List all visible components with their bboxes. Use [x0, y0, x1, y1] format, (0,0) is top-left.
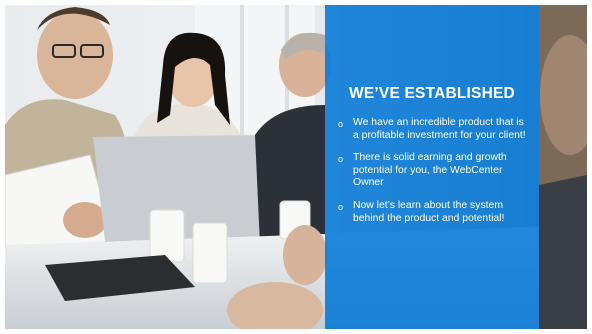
content-panel: WE’VE ESTABLISHED o We have an incredibl…: [325, 5, 539, 329]
bullet-text: We have an incredible product that is a …: [353, 117, 526, 141]
bullet-circle-icon: o: [338, 119, 344, 129]
bullet-text: There is solid earning and growth potent…: [353, 152, 507, 189]
bullet-text: Now let’s learn about the system behind …: [353, 199, 505, 224]
bullet-item: o There is solid earning and growth pote…: [335, 152, 529, 190]
presentation-slide: WE’VE ESTABLISHED o We have an incredibl…: [5, 5, 587, 329]
bullet-circle-icon: o: [338, 154, 344, 165]
bullet-item: o Now let’s learn about the system behin…: [335, 200, 529, 225]
bullet-circle-icon: o: [338, 201, 344, 212]
bullet-item: o We have an incredible product that is …: [335, 117, 529, 142]
slide-title: WE’VE ESTABLISHED: [349, 85, 515, 102]
bullet-list: o We have an incredible product that is …: [335, 117, 529, 225]
